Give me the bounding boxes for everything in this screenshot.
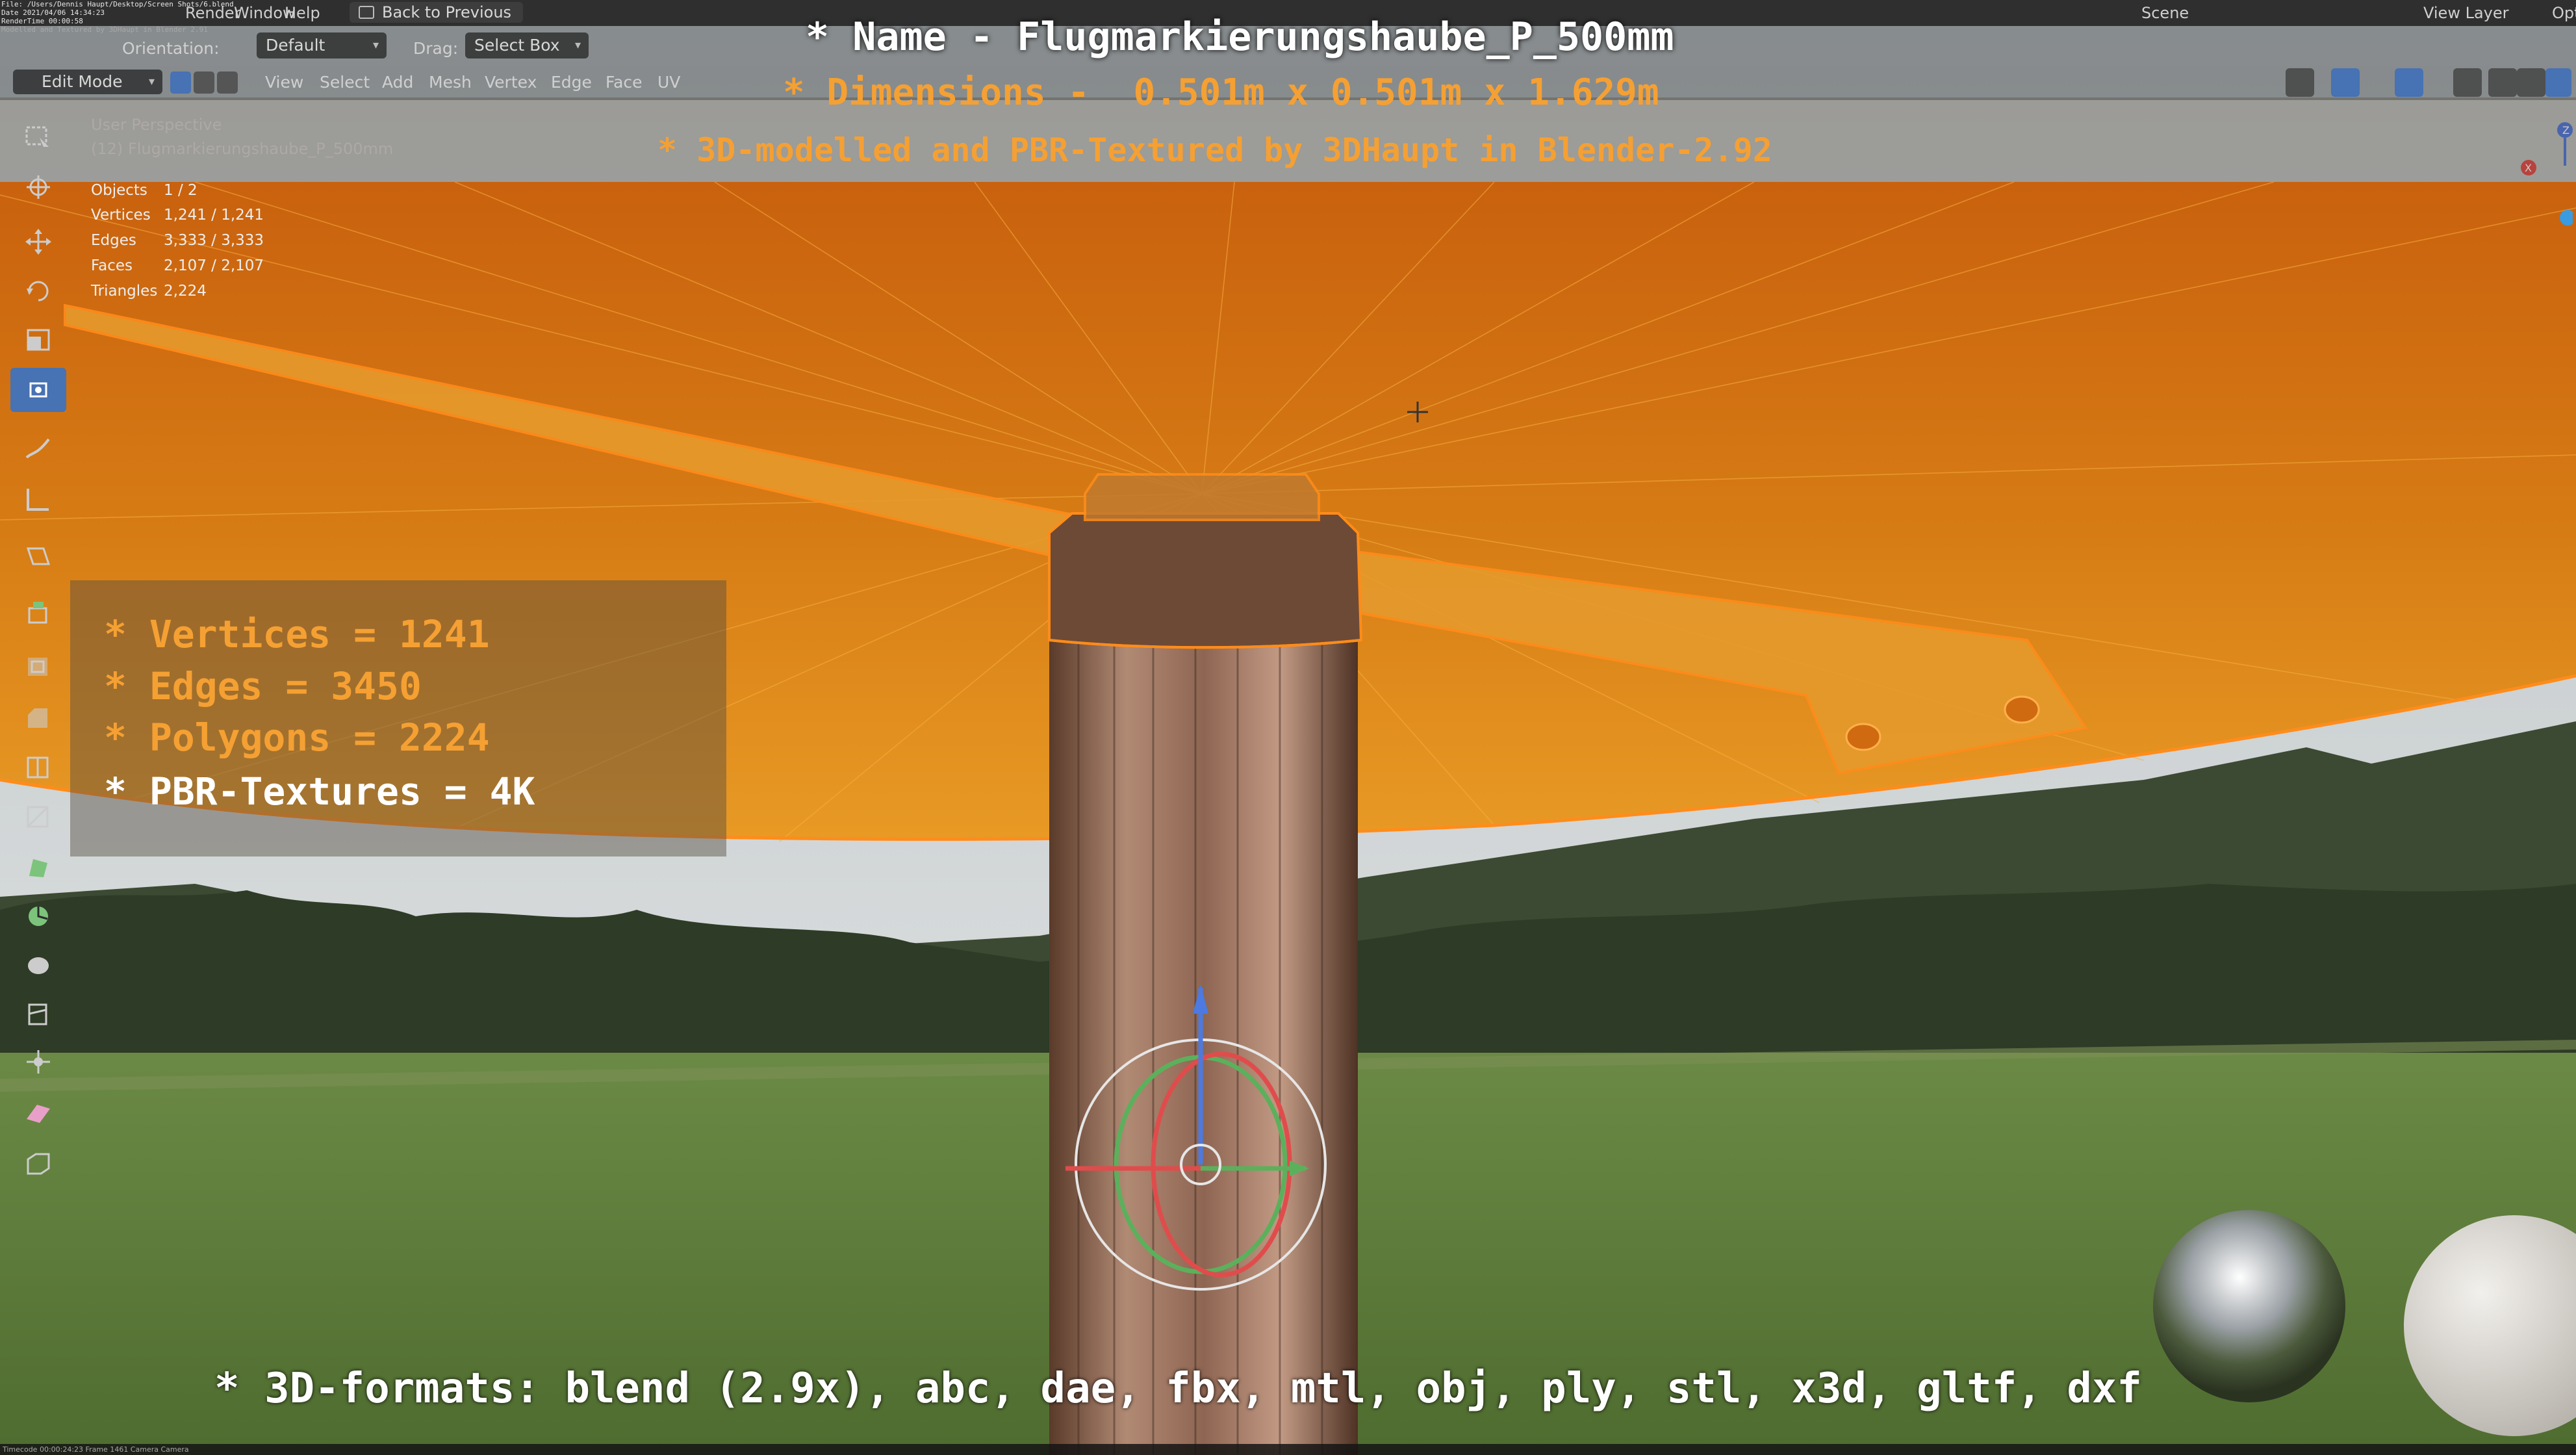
- stat-faces-label: Faces: [91, 257, 133, 274]
- chevron-down-icon: ▾: [148, 75, 155, 88]
- overlay-formats: * 3D-formats: blend (2.9x), abc, dae, fb…: [214, 1365, 2142, 1413]
- vertex-select-mode-button[interactable]: [170, 71, 191, 94]
- poly-build-icon[interactable]: [10, 845, 66, 889]
- bevel-icon[interactable]: [10, 695, 66, 740]
- edge-select-mode-button[interactable]: [194, 71, 214, 94]
- render-info-line-2: Date 2021/04/06 14:34:23: [1, 8, 105, 17]
- xray-toggle-icon[interactable]: [2453, 68, 2482, 97]
- stat-edges-label: Edges: [91, 232, 136, 249]
- stat-objects-value: 1 / 2: [164, 182, 198, 199]
- annotate-icon[interactable]: [10, 426, 66, 470]
- mesh-polygons-text: * Polygons = 2224: [104, 715, 490, 760]
- overlay-dimensions: * Dimensions - 0.501m x 0.501m x 1.629m: [783, 71, 1659, 114]
- wireframe-shading-icon[interactable]: [2488, 68, 2517, 97]
- menu-mesh[interactable]: Mesh: [429, 73, 472, 92]
- stat-faces-value: 2,107 / 2,107: [164, 257, 264, 274]
- gizmo-toggle-icon[interactable]: [2331, 68, 2360, 97]
- inset-faces-icon[interactable]: [10, 645, 66, 689]
- mode-value: Edit Mode: [42, 72, 123, 91]
- chevron-down-icon: ▾: [574, 38, 581, 52]
- face-select-mode-button[interactable]: [217, 71, 238, 94]
- material-preview-shading-icon[interactable]: [2545, 68, 2571, 97]
- menu-add[interactable]: Add: [382, 73, 413, 92]
- overlay-title: * Name - Flugmarkierungshaube_P_500mm: [806, 14, 1674, 60]
- stat-triangles-value: 2,224: [164, 283, 207, 300]
- menu-edge[interactable]: Edge: [551, 73, 592, 92]
- shear-icon[interactable]: [10, 1090, 66, 1135]
- y-axis-icon[interactable]: [2560, 210, 2573, 225]
- extrude-region-icon[interactable]: [10, 590, 66, 634]
- options-label[interactable]: Opti: [2552, 4, 2576, 22]
- rip-region-icon[interactable]: [10, 1141, 66, 1185]
- transform-icon[interactable]: [10, 368, 66, 412]
- overlay-credit: * 3D-modelled and PBR-Textured by 3DHaup…: [657, 131, 1772, 169]
- back-to-previous-label: Back to Previous: [382, 3, 512, 21]
- spin-icon[interactable]: [10, 894, 66, 938]
- menu-help[interactable]: Help: [285, 4, 320, 22]
- stat-triangles-label: Triangles: [91, 283, 158, 300]
- scale-icon[interactable]: [10, 318, 66, 363]
- mesh-edges-text: * Edges = 3450: [104, 664, 422, 708]
- stat-objects-label: Objects: [91, 182, 147, 199]
- visibility-icon[interactable]: [2286, 68, 2314, 97]
- menu-select[interactable]: Select: [320, 73, 370, 92]
- render-info-line-1: File: /Users/Dennis Haupt/Desktop/Screen…: [1, 0, 234, 8]
- smooth-icon[interactable]: [10, 942, 66, 986]
- back-to-previous-button[interactable]: Back to Previous: [350, 2, 524, 23]
- measure-icon[interactable]: [10, 477, 66, 521]
- cursor-icon[interactable]: [10, 165, 66, 209]
- mode-dropdown[interactable]: Edit Mode ▾: [13, 70, 162, 94]
- select-box-icon[interactable]: [10, 116, 66, 160]
- edge-slide-icon[interactable]: [10, 992, 66, 1036]
- stat-edges-value: 3,333 / 3,333: [164, 232, 264, 249]
- knife-icon[interactable]: [10, 794, 66, 838]
- stat-vertices-label: Vertices: [91, 207, 151, 224]
- menu-vertex[interactable]: Vertex: [485, 73, 537, 92]
- render-info-line-3: RenderTime 00:00:58: [1, 17, 83, 25]
- chevron-down-icon: ▾: [372, 38, 379, 52]
- overlays-toggle-icon[interactable]: [2395, 68, 2423, 97]
- move-icon[interactable]: [10, 220, 66, 264]
- add-cube-icon[interactable]: [10, 533, 66, 577]
- pbr-textures-text: * PBR-Textures = 4K: [104, 769, 535, 814]
- solid-shading-icon[interactable]: [2517, 68, 2545, 97]
- status-bar: Timecode 00:00:24:23 Frame 1461 Camera C…: [0, 1444, 2576, 1455]
- scene-label[interactable]: Scene: [2141, 4, 2189, 22]
- orientation-dropdown[interactable]: Default ▾: [257, 32, 387, 58]
- screen-icon: [359, 6, 374, 19]
- orientation-label: Orientation:: [122, 39, 220, 58]
- view-layer-label[interactable]: View Layer: [2423, 4, 2509, 22]
- drag-label: Drag:: [413, 39, 459, 58]
- menu-view[interactable]: View: [265, 73, 303, 92]
- shrink-fatten-icon[interactable]: [10, 1040, 66, 1084]
- menu-uv[interactable]: UV: [657, 73, 680, 92]
- mesh-vertices-text: * Vertices = 1241: [104, 612, 490, 656]
- rotate-icon[interactable]: [10, 269, 66, 313]
- menu-face[interactable]: Face: [606, 73, 643, 92]
- toolbar: [10, 116, 66, 1241]
- orientation-value: Default: [266, 36, 325, 55]
- drag-dropdown[interactable]: Select Box ▾: [465, 32, 589, 58]
- 3d-viewport[interactable]: Render Window Help Back to Previous Scen…: [0, 0, 2576, 1455]
- stat-vertices-value: 1,241 / 1,241: [164, 207, 264, 224]
- loop-cut-icon[interactable]: [10, 745, 66, 789]
- drag-value: Select Box: [474, 36, 560, 55]
